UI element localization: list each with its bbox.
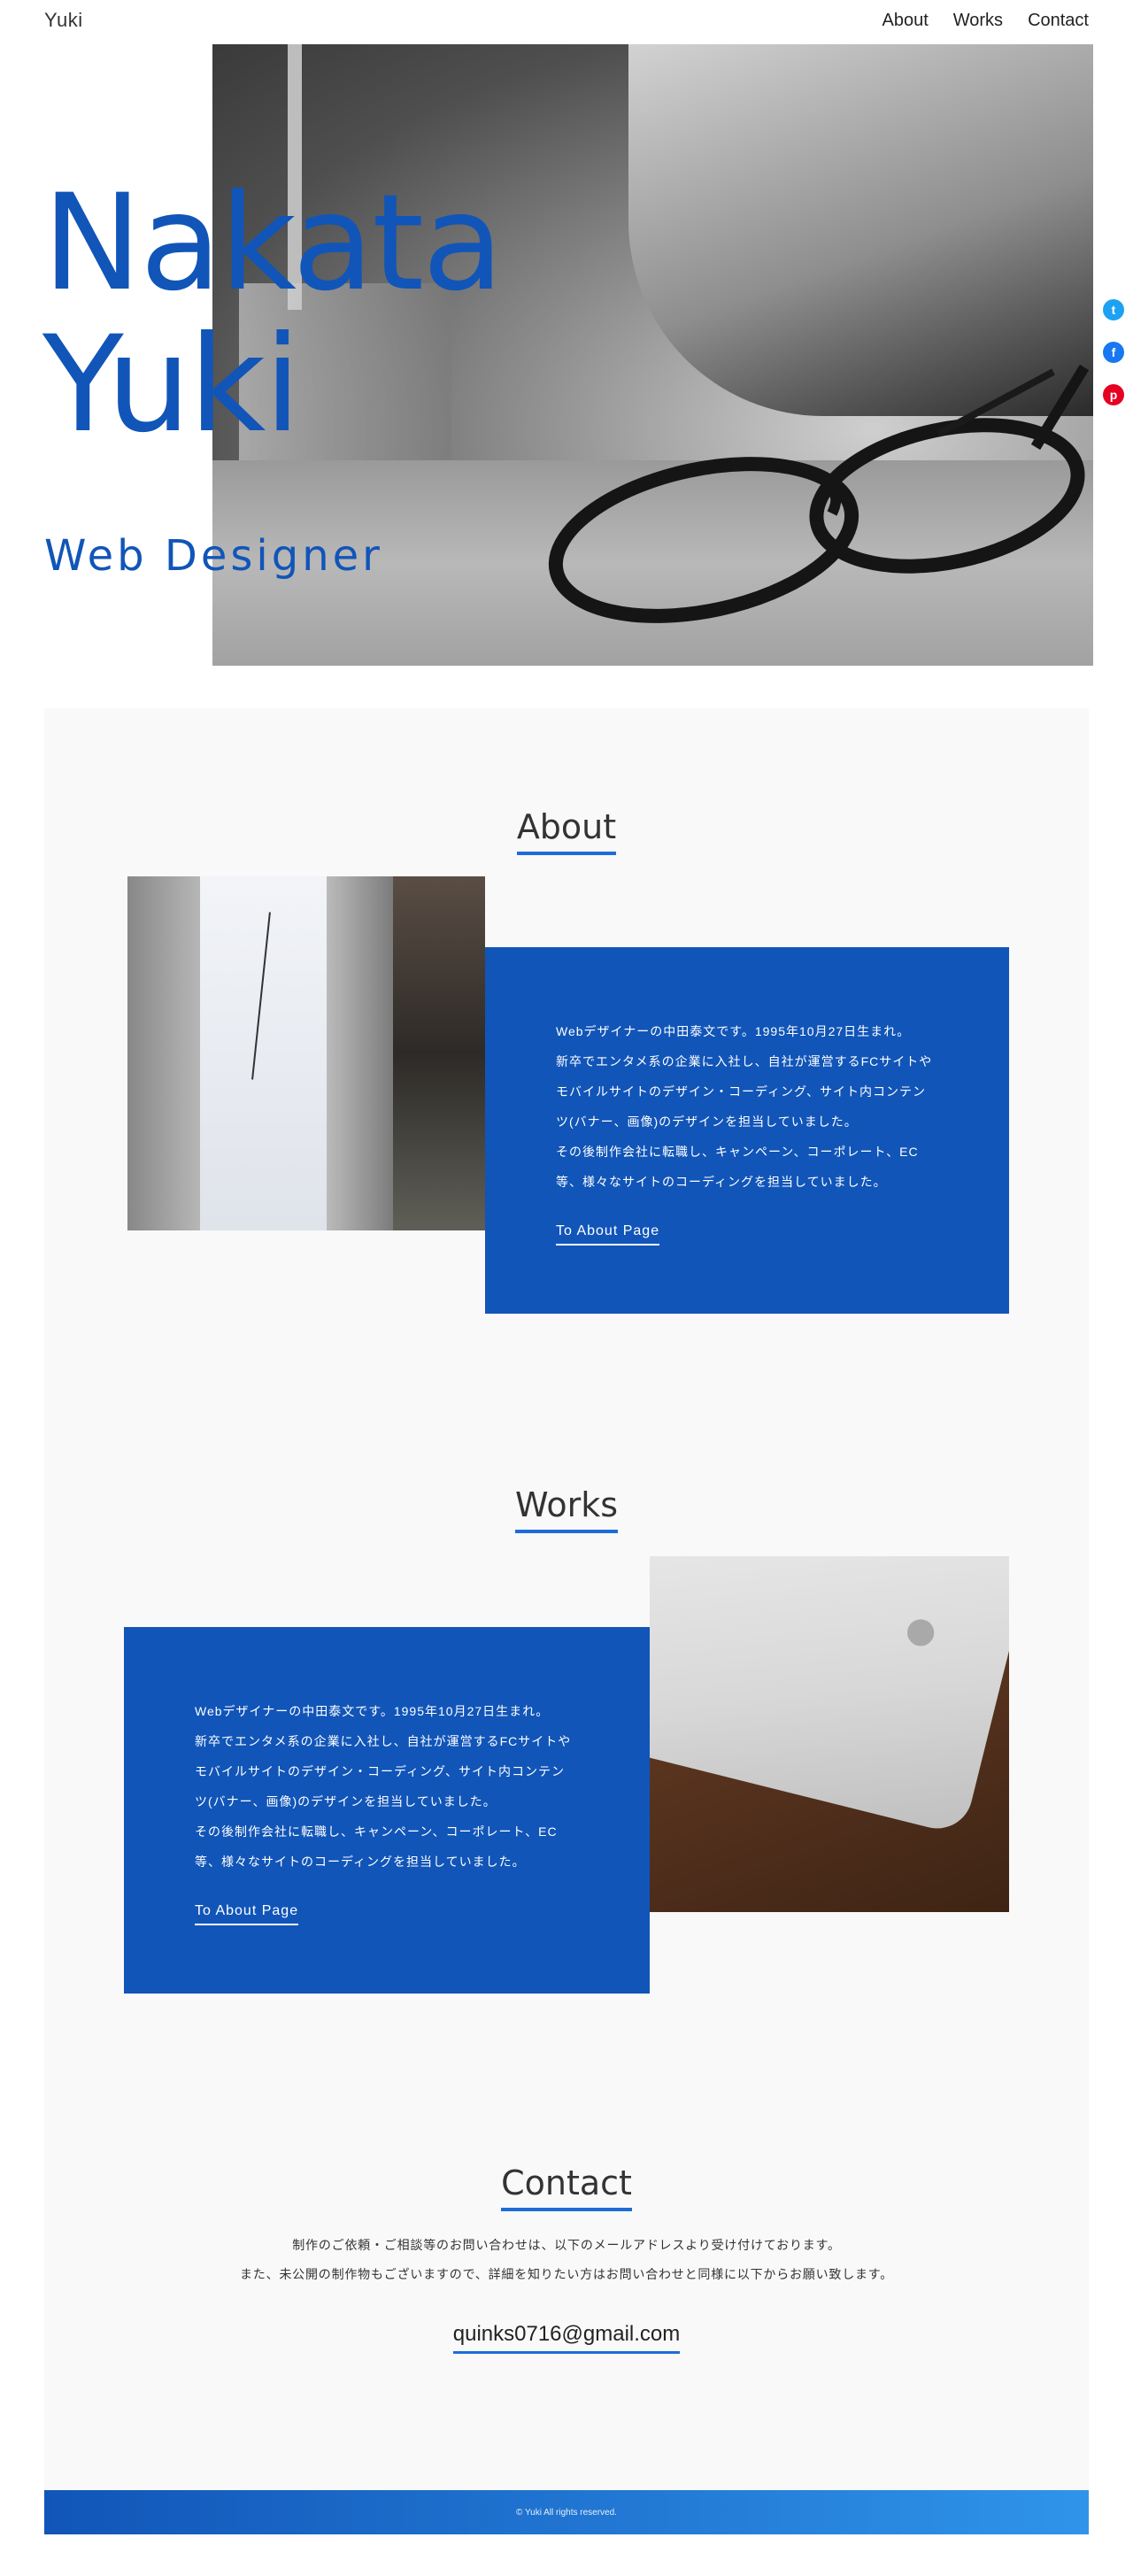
works-body-text: Webデザイナーの中田泰文です。1995年10月27日生まれ。 新卒でエンタメ系…	[195, 1696, 575, 1877]
hero-role: Web Designer	[44, 531, 383, 581]
about-line: 等、様々なサイトのコーディングを担当していました。	[556, 1175, 887, 1189]
works-line: Webデザイナーの中田泰文です。1995年10月27日生まれ。	[195, 1704, 550, 1718]
site-logo[interactable]: Yuki	[44, 9, 83, 32]
site-header: Yuki About Works Contact	[0, 0, 1133, 44]
works-line: 等、様々なサイトのコーディングを担当していました。	[195, 1855, 526, 1869]
nav-works-link[interactable]: Works	[953, 11, 1003, 31]
contact-email-link[interactable]: quinks0716@gmail.com	[452, 2322, 681, 2354]
contact-email: quinks0716@gmail.com	[44, 2322, 1089, 2354]
photo-crowd	[393, 876, 485, 1230]
photo-jacket-left	[127, 876, 207, 1230]
nav-about-link[interactable]: About	[882, 11, 928, 31]
about-title-text: About	[516, 807, 617, 855]
main-panel: About Webデザイナーの中田泰文です。1995年10月27日生まれ。 新卒…	[44, 708, 1089, 2514]
contact-line: また、未公開の制作物もございますので、詳細を知りたい方はお問い合わせと同様に以下…	[239, 2267, 894, 2281]
copyright-text: © Yuki All rights reserved.	[516, 2507, 617, 2518]
about-portrait-photo	[127, 876, 485, 1230]
pinterest-icon[interactable]: p	[1103, 384, 1124, 405]
works-laptop-photo: ●	[650, 1556, 1009, 1912]
site-footer: © Yuki All rights reserved.	[44, 2490, 1089, 2534]
hero-name-line2: Yuki	[42, 308, 301, 462]
contact-title: Contact	[389, 2163, 744, 2211]
photo-laptop-lid	[650, 1556, 1009, 1836]
contact-description: 制作のご依頼・ご相談等のお問い合わせは、以下のメールアドレスより受け付けておりま…	[44, 2231, 1089, 2289]
works-text-box: Webデザイナーの中田泰文です。1995年10月27日生まれ。 新卒でエンタメ系…	[124, 1627, 650, 1994]
about-line: モバイルサイトのデザイン・コーディング、サイト内コンテン	[556, 1084, 927, 1099]
apple-logo-icon: ●	[902, 1594, 940, 1663]
works-page-link[interactable]: To About Page	[195, 1903, 299, 1925]
about-body-text: Webデザイナーの中田泰文です。1995年10月27日生まれ。 新卒でエンタメ系…	[556, 1016, 936, 1197]
hero-name: Nakata Yuki	[42, 173, 504, 456]
about-line: 新卒でエンタメ系の企業に入社し、自社が運営するFCサイトや	[556, 1054, 933, 1068]
contact-line: 制作のご依頼・ご相談等のお問い合わせは、以下のメールアドレスより受け付けておりま…	[292, 2238, 841, 2252]
works-line: モバイルサイトのデザイン・コーディング、サイト内コンテン	[195, 1764, 566, 1778]
twitter-icon[interactable]: t	[1103, 299, 1124, 320]
about-title: About	[389, 807, 744, 855]
about-text-box: Webデザイナーの中田泰文です。1995年10月27日生まれ。 新卒でエンタメ系…	[485, 947, 1009, 1314]
share-buttons: t f p	[1103, 299, 1124, 427]
about-page-link[interactable]: To About Page	[556, 1223, 660, 1246]
hero-name-line1: Nakata	[42, 166, 504, 320]
nav-contact-link[interactable]: Contact	[1028, 11, 1089, 31]
works-title-text: Works	[514, 1485, 619, 1533]
main-nav: About Works Contact	[882, 11, 1089, 31]
facebook-icon[interactable]: f	[1103, 342, 1124, 363]
contact-title-text: Contact	[501, 2163, 632, 2211]
about-line: その後制作会社に転職し、キャンペーン、コーポレート、EC	[556, 1145, 919, 1159]
works-line: その後制作会社に転職し、キャンペーン、コーポレート、EC	[195, 1824, 558, 1839]
works-title: Works	[389, 1485, 744, 1533]
photo-jacket-right	[327, 876, 397, 1230]
works-line: 新卒でエンタメ系の企業に入社し、自社が運営するFCサイトや	[195, 1734, 572, 1748]
about-line: ツ(バナー、画像)のデザインを担当していました。	[556, 1114, 858, 1129]
about-line: Webデザイナーの中田泰文です。1995年10月27日生まれ。	[556, 1024, 911, 1038]
works-line: ツ(バナー、画像)のデザインを担当していました。	[195, 1794, 497, 1809]
